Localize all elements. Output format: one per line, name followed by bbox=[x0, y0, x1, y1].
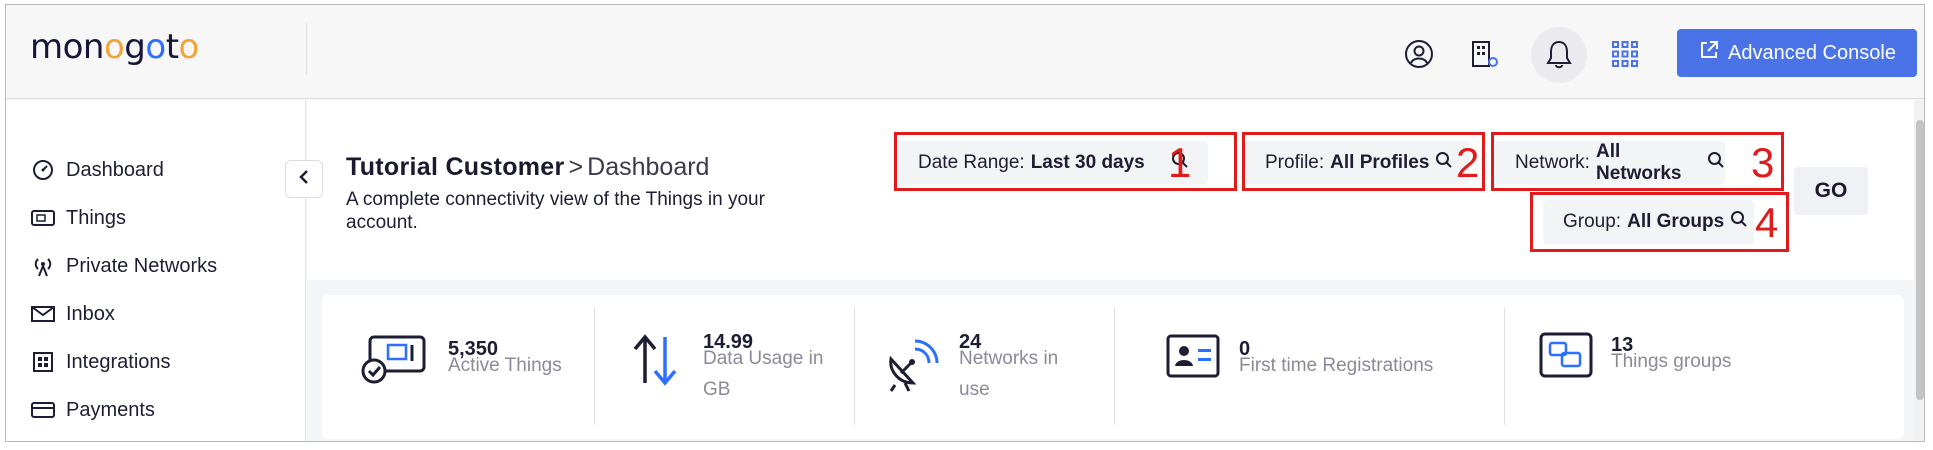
sidebar: Dashboard Things Private Networks Inbox … bbox=[6, 100, 306, 441]
top-header: monogoto Advanced Console bbox=[6, 5, 1924, 99]
go-button[interactable]: GO bbox=[1794, 167, 1868, 215]
groups-icon bbox=[1538, 331, 1594, 379]
stat-label-line2: GB bbox=[703, 379, 731, 400]
stats-card: 5,350 Active Things 14.99 Data Usage in … bbox=[322, 295, 1904, 439]
sidebar-collapse-button[interactable] bbox=[285, 160, 323, 198]
chevron-left-icon bbox=[297, 168, 311, 191]
callout-number-1: 1 bbox=[1168, 139, 1192, 186]
sidebar-item-label: Inbox bbox=[66, 302, 115, 325]
stat-label-line1: Networks in bbox=[959, 348, 1059, 369]
sidebar-item-label: Things bbox=[66, 206, 127, 229]
advanced-console-label: Advanced Console bbox=[1728, 41, 1896, 64]
stat-label: First time Registrations bbox=[1239, 355, 1434, 376]
header-divider bbox=[306, 23, 307, 75]
callout-box-4 bbox=[1530, 192, 1789, 252]
app-window: monogoto Advanced Console Dashboard Thin… bbox=[5, 4, 1925, 442]
sidebar-item-inbox[interactable]: Inbox bbox=[30, 299, 115, 329]
stat-first-time-registrations[interactable]: 0 First time Registrations bbox=[1115, 295, 1504, 439]
sidebar-item-private-networks[interactable]: Private Networks bbox=[30, 251, 217, 281]
building-settings-icon[interactable] bbox=[1467, 37, 1501, 71]
antenna-icon bbox=[30, 255, 56, 277]
sidebar-item-label: Integrations bbox=[66, 350, 171, 373]
apps-grid-icon[interactable] bbox=[1608, 37, 1642, 71]
sidebar-item-label: Private Networks bbox=[66, 254, 218, 277]
bell-icon[interactable] bbox=[1542, 37, 1576, 71]
stat-active-things[interactable]: 5,350 Active Things bbox=[322, 295, 594, 439]
stat-label-line1: Data Usage in bbox=[703, 348, 824, 369]
stat-data-usage[interactable]: 14.99 Data Usage in GB bbox=[595, 295, 854, 439]
stat-label: Active Things bbox=[448, 355, 562, 376]
sidebar-item-things[interactable]: Things bbox=[30, 203, 126, 233]
sidebar-item-integrations[interactable]: Integrations bbox=[30, 347, 171, 377]
page-subtitle: A complete connectivity view of the Thin… bbox=[346, 189, 765, 233]
sidebar-item-dashboard[interactable]: Dashboard bbox=[30, 155, 164, 185]
page-scrollbar[interactable] bbox=[1914, 100, 1924, 441]
monogoto-logo[interactable]: monogoto bbox=[30, 27, 199, 67]
callout-box-3 bbox=[1491, 132, 1784, 191]
scrollbar-thumb[interactable] bbox=[1916, 120, 1924, 400]
satellite-dish-icon bbox=[885, 337, 941, 393]
callout-box-2 bbox=[1242, 132, 1485, 191]
callout-number-3: 3 bbox=[1751, 139, 1775, 186]
sim-check-icon bbox=[360, 331, 428, 385]
id-card-icon bbox=[1165, 333, 1221, 379]
sidebar-item-payments[interactable]: Payments bbox=[30, 395, 155, 425]
stat-networks-in-use[interactable]: 24 Networks in use bbox=[855, 295, 1114, 439]
mail-icon bbox=[30, 303, 56, 325]
sim-card-icon bbox=[30, 207, 56, 229]
page-title: Tutorial Customer > Dashboard bbox=[346, 153, 709, 182]
callout-number-4: 4 bbox=[1755, 199, 1779, 246]
breadcrumb-separator: > bbox=[568, 153, 584, 181]
callout-number-2: 2 bbox=[1456, 139, 1480, 186]
up-down-arrows-icon bbox=[631, 333, 679, 387]
dashboard-icon bbox=[30, 159, 56, 181]
integrations-icon bbox=[30, 351, 56, 373]
stat-things-groups[interactable]: 13 Things groups bbox=[1505, 295, 1904, 439]
user-icon[interactable] bbox=[1402, 37, 1436, 71]
customer-name: Tutorial Customer bbox=[346, 153, 565, 181]
advanced-console-button[interactable]: Advanced Console bbox=[1677, 29, 1917, 77]
credit-card-icon bbox=[30, 399, 56, 421]
external-link-icon bbox=[1698, 39, 1720, 67]
stat-label-line2: use bbox=[959, 379, 990, 400]
stat-label: Things groups bbox=[1611, 351, 1732, 372]
sidebar-item-label: Dashboard bbox=[66, 158, 164, 181]
breadcrumb-current: Dashboard bbox=[587, 153, 710, 181]
sidebar-item-label: Payments bbox=[66, 398, 155, 421]
